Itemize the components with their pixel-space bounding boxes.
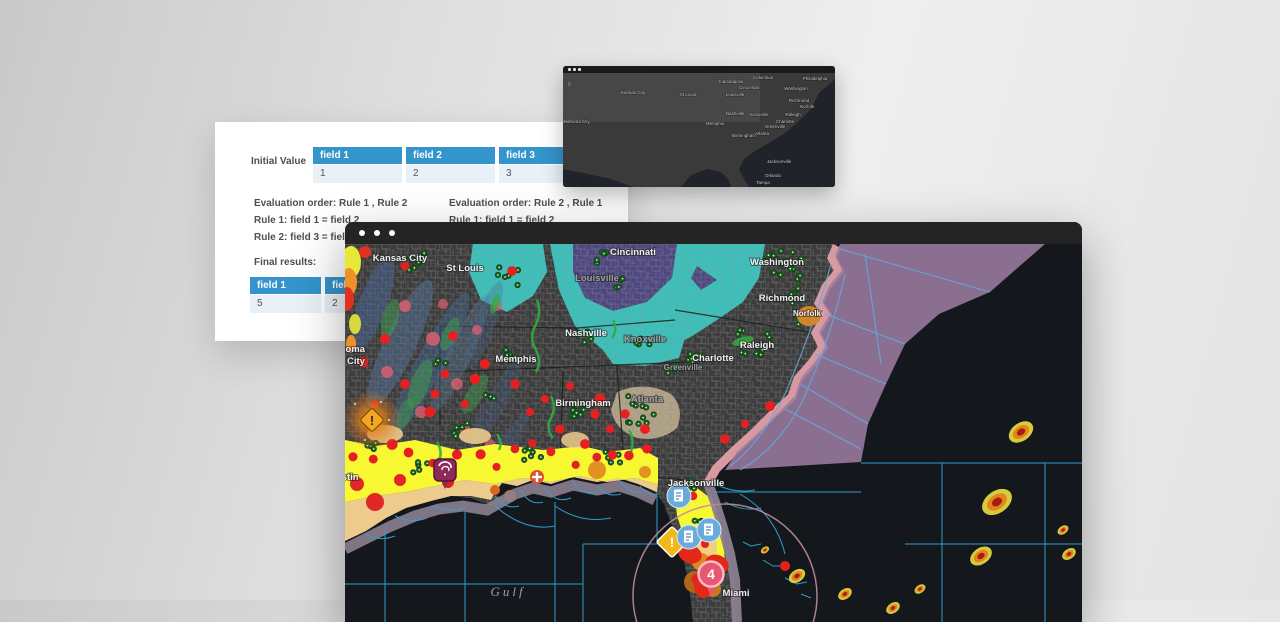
- city-label: Cincinnati: [739, 85, 759, 90]
- storm-report-dot: [780, 561, 790, 571]
- table-header-cell: field 2: [406, 147, 495, 164]
- city-label: Oklahoma: [345, 344, 366, 355]
- table-value-cell: 5: [250, 295, 321, 313]
- city-label: Kansas City: [621, 90, 646, 95]
- city-label: Columbus: [753, 75, 774, 80]
- crosshair-marker-icon[interactable]: [530, 470, 544, 484]
- initial-table-col1: field 1 1: [313, 147, 402, 183]
- final-results-label: Final results:: [254, 257, 316, 268]
- city-label: Louisville: [575, 273, 619, 284]
- hurricane-category-label: 4: [707, 566, 715, 582]
- small-map-window[interactable]: 5 Kansas City St Louis Indianapolis Columbu…: [563, 66, 835, 187]
- city-label: Kansas City: [373, 253, 428, 264]
- weather-map-canvas[interactable]: ! !: [345, 244, 1082, 622]
- city-label: Louisville: [726, 92, 745, 97]
- table-header-cell: field 1: [313, 147, 402, 164]
- city-label: St Louis: [446, 263, 483, 274]
- city-label: Tampa: [756, 180, 770, 185]
- city-label: Birmingham: [555, 398, 610, 409]
- city-label: Jacksonville: [767, 159, 792, 164]
- city-label: Oklahoma City: [563, 119, 591, 124]
- table-header-cell: field 1: [250, 277, 321, 294]
- window-dot-icon[interactable]: [573, 68, 576, 71]
- final-table-col1: field 1 5: [250, 277, 321, 313]
- window-dot-icon[interactable]: [389, 230, 395, 236]
- city-label: Cincinnati: [610, 247, 656, 258]
- city-label: Birmingham: [732, 133, 756, 138]
- small-map-canvas[interactable]: 5 Kansas City St Louis Indianapolis Columbu…: [563, 73, 835, 187]
- city-label: Indianapolis: [719, 79, 744, 84]
- window-titlebar[interactable]: [563, 66, 835, 73]
- window-dot-icon[interactable]: [359, 230, 365, 236]
- city-label: Atlanta: [631, 394, 664, 405]
- city-label: Knoxville: [624, 334, 666, 345]
- city-label: Atlanta: [755, 131, 770, 136]
- page: { "rules_card": { "initial_value_label":…: [0, 0, 1280, 600]
- zoom-level-badge: 5: [568, 82, 571, 88]
- city-label: Knoxville: [750, 112, 769, 117]
- city-label: Miami: [723, 588, 750, 599]
- city-label: Nashville: [565, 328, 607, 339]
- city-label: Washington: [750, 257, 804, 268]
- evaluation-order-label: Evaluation order: Rule 2 , Rule 1: [449, 198, 659, 209]
- weather-map-window[interactable]: ! !: [345, 222, 1082, 622]
- city-label: Jacksonville: [668, 478, 725, 489]
- alert-glyph: !: [670, 534, 675, 550]
- city-label: City: [347, 356, 366, 367]
- city-label: Nashville: [726, 111, 745, 116]
- city-label: Philadelphia: [803, 76, 828, 81]
- table-value-cell: 1: [313, 165, 402, 183]
- city-label: Richmond: [789, 98, 810, 103]
- initial-value-label: Initial Value: [251, 156, 306, 167]
- window-titlebar[interactable]: [345, 222, 1082, 244]
- city-label: St Louis: [680, 92, 697, 97]
- window-dot-icon[interactable]: [374, 230, 380, 236]
- initial-table: field 1 1 field 2 2 field 3 3: [313, 147, 592, 183]
- report-document-icon[interactable]: [697, 518, 721, 542]
- gulf-water-label: Gulf: [490, 584, 525, 599]
- initial-table-col2: field 2 2: [406, 147, 495, 183]
- warning-glyph: !: [370, 413, 374, 428]
- city-label: Raleigh: [740, 340, 775, 351]
- table-value-cell: 2: [406, 165, 495, 183]
- city-label: Memphis: [495, 354, 536, 365]
- evaluation-order-label: Evaluation order: Rule 1 , Rule 2: [254, 198, 464, 209]
- city-label: Greenville: [765, 124, 786, 129]
- city-label: Memphis: [706, 121, 725, 126]
- city-label: Greenville: [664, 363, 703, 372]
- window-dot-icon[interactable]: [568, 68, 571, 71]
- window-dot-icon[interactable]: [578, 68, 581, 71]
- city-label: Norfolk: [793, 309, 822, 318]
- city-label: Raleigh: [785, 112, 801, 117]
- city-label: Austin: [345, 472, 359, 483]
- city-label: Richmond: [759, 293, 806, 304]
- city-label: Norfolk: [800, 104, 815, 109]
- city-label: Washington: [784, 86, 808, 91]
- city-label: Orlando: [765, 173, 782, 178]
